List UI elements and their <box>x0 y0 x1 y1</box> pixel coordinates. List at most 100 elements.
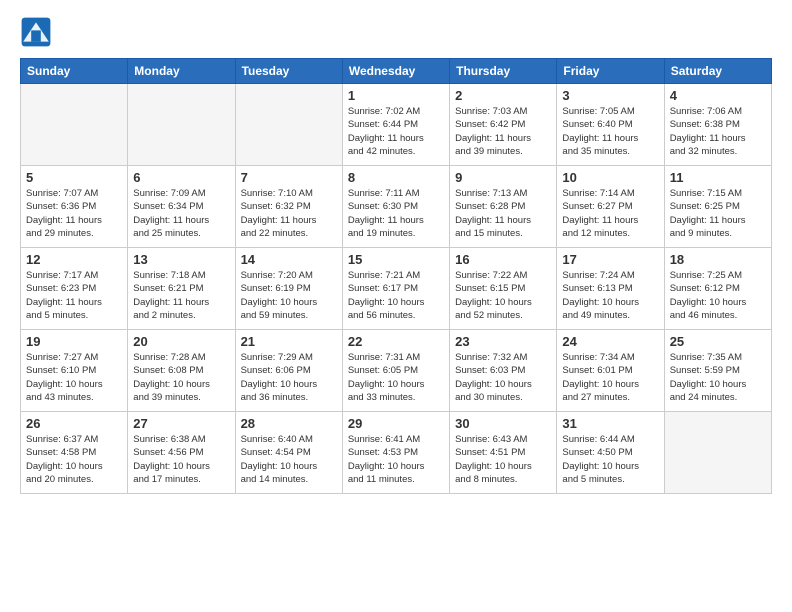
day-number: 3 <box>562 88 658 103</box>
day-info: Sunrise: 7:11 AM Sunset: 6:30 PM Dayligh… <box>348 187 444 240</box>
day-info: Sunrise: 7:35 AM Sunset: 5:59 PM Dayligh… <box>670 351 766 404</box>
day-info: Sunrise: 6:41 AM Sunset: 4:53 PM Dayligh… <box>348 433 444 486</box>
day-number: 27 <box>133 416 229 431</box>
day-info: Sunrise: 7:29 AM Sunset: 6:06 PM Dayligh… <box>241 351 337 404</box>
day-info: Sunrise: 7:05 AM Sunset: 6:40 PM Dayligh… <box>562 105 658 158</box>
day-info: Sunrise: 7:03 AM Sunset: 6:42 PM Dayligh… <box>455 105 551 158</box>
weekday-header-thursday: Thursday <box>450 59 557 84</box>
calendar-cell: 7Sunrise: 7:10 AM Sunset: 6:32 PM Daylig… <box>235 166 342 248</box>
day-info: Sunrise: 7:22 AM Sunset: 6:15 PM Dayligh… <box>455 269 551 322</box>
day-number: 21 <box>241 334 337 349</box>
weekday-header-saturday: Saturday <box>664 59 771 84</box>
calendar-cell: 17 Sunrise: 7:24 AM Sunset: 6:13 PM Dayli… <box>557 248 664 330</box>
calendar-cell <box>664 412 771 494</box>
day-info: Sunrise: 6:44 AM Sunset: 4:50 PM Dayligh… <box>562 433 658 486</box>
logo <box>20 16 56 48</box>
calendar-cell: 5Sunrise: 7:07 AM Sunset: 6:36 PM Daylig… <box>21 166 128 248</box>
day-number: 29 <box>348 416 444 431</box>
calendar-cell: 2 Sunrise: 7:03 AM Sunset: 6:42 PM Daylig… <box>450 84 557 166</box>
calendar-cell: 30 Sunrise: 6:43 AM Sunset: 4:51 PM Dayli… <box>450 412 557 494</box>
calendar-week-row: 1 Sunrise: 7:02 AM Sunset: 6:44 PM Daylig… <box>21 84 772 166</box>
day-number: 11 <box>670 170 766 185</box>
calendar-cell: 20Sunrise: 7:28 AM Sunset: 6:08 PM Dayli… <box>128 330 235 412</box>
calendar-cell: 19Sunrise: 7:27 AM Sunset: 6:10 PM Dayli… <box>21 330 128 412</box>
page-container: SundayMondayTuesdayWednesdayThursdayFrid… <box>0 0 792 612</box>
day-info: Sunrise: 7:06 AM Sunset: 6:38 PM Dayligh… <box>670 105 766 158</box>
calendar-cell: 12 Sunrise: 7:17 AM Sunset: 6:23 PM Dayli… <box>21 248 128 330</box>
day-number: 26 <box>26 416 122 431</box>
calendar-cell <box>235 84 342 166</box>
weekday-header-friday: Friday <box>557 59 664 84</box>
day-info: Sunrise: 7:32 AM Sunset: 6:03 PM Dayligh… <box>455 351 551 404</box>
day-info: Sunrise: 7:34 AM Sunset: 6:01 PM Dayligh… <box>562 351 658 404</box>
calendar-cell: 24 Sunrise: 7:34 AM Sunset: 6:01 PM Dayli… <box>557 330 664 412</box>
day-number: 1 <box>348 88 444 103</box>
calendar-cell: 6Sunrise: 7:09 AM Sunset: 6:34 PM Daylig… <box>128 166 235 248</box>
calendar-cell: 28 Sunrise: 6:40 AM Sunset: 4:54 PM Dayli… <box>235 412 342 494</box>
day-number: 5 <box>26 170 122 185</box>
day-number: 4 <box>670 88 766 103</box>
day-number: 9 <box>455 170 551 185</box>
day-number: 28 <box>241 416 337 431</box>
day-info: Sunrise: 7:13 AM Sunset: 6:28 PM Dayligh… <box>455 187 551 240</box>
calendar-week-row: 12 Sunrise: 7:17 AM Sunset: 6:23 PM Dayli… <box>21 248 772 330</box>
calendar-cell: 15 Sunrise: 7:21 AM Sunset: 6:17 PM Dayli… <box>342 248 449 330</box>
day-number: 18 <box>670 252 766 267</box>
day-info: Sunrise: 6:37 AM Sunset: 4:58 PM Dayligh… <box>26 433 122 486</box>
day-number: 12 <box>26 252 122 267</box>
day-number: 2 <box>455 88 551 103</box>
day-number: 10 <box>562 170 658 185</box>
day-info: Sunrise: 6:40 AM Sunset: 4:54 PM Dayligh… <box>241 433 337 486</box>
calendar-cell: 1 Sunrise: 7:02 AM Sunset: 6:44 PM Daylig… <box>342 84 449 166</box>
calendar-cell: 18 Sunrise: 7:25 AM Sunset: 6:12 PM Dayli… <box>664 248 771 330</box>
weekday-header-monday: Monday <box>128 59 235 84</box>
calendar-cell: 25 Sunrise: 7:35 AM Sunset: 5:59 PM Dayli… <box>664 330 771 412</box>
calendar-cell: 11Sunrise: 7:15 AM Sunset: 6:25 PM Dayli… <box>664 166 771 248</box>
day-info: Sunrise: 7:14 AM Sunset: 6:27 PM Dayligh… <box>562 187 658 240</box>
day-info: Sunrise: 6:38 AM Sunset: 4:56 PM Dayligh… <box>133 433 229 486</box>
calendar-week-row: 19Sunrise: 7:27 AM Sunset: 6:10 PM Dayli… <box>21 330 772 412</box>
day-info: Sunrise: 7:24 AM Sunset: 6:13 PM Dayligh… <box>562 269 658 322</box>
weekday-header-sunday: Sunday <box>21 59 128 84</box>
calendar-cell: 3 Sunrise: 7:05 AM Sunset: 6:40 PM Daylig… <box>557 84 664 166</box>
day-number: 25 <box>670 334 766 349</box>
day-number: 13 <box>133 252 229 267</box>
day-number: 20 <box>133 334 229 349</box>
day-number: 22 <box>348 334 444 349</box>
weekday-header-row: SundayMondayTuesdayWednesdayThursdayFrid… <box>21 59 772 84</box>
calendar-cell: 9 Sunrise: 7:13 AM Sunset: 6:28 PM Daylig… <box>450 166 557 248</box>
day-info: Sunrise: 6:43 AM Sunset: 4:51 PM Dayligh… <box>455 433 551 486</box>
calendar-cell: 4 Sunrise: 7:06 AM Sunset: 6:38 PM Daylig… <box>664 84 771 166</box>
day-info: Sunrise: 7:31 AM Sunset: 6:05 PM Dayligh… <box>348 351 444 404</box>
calendar-cell: 13 Sunrise: 7:18 AM Sunset: 6:21 PM Dayli… <box>128 248 235 330</box>
day-info: Sunrise: 7:21 AM Sunset: 6:17 PM Dayligh… <box>348 269 444 322</box>
day-number: 16 <box>455 252 551 267</box>
calendar-week-row: 26 Sunrise: 6:37 AM Sunset: 4:58 PM Dayli… <box>21 412 772 494</box>
day-number: 15 <box>348 252 444 267</box>
day-number: 8 <box>348 170 444 185</box>
calendar-cell <box>128 84 235 166</box>
day-info: Sunrise: 7:17 AM Sunset: 6:23 PM Dayligh… <box>26 269 122 322</box>
calendar-cell: 8 Sunrise: 7:11 AM Sunset: 6:30 PM Daylig… <box>342 166 449 248</box>
calendar-cell: 23Sunrise: 7:32 AM Sunset: 6:03 PM Dayli… <box>450 330 557 412</box>
day-info: Sunrise: 7:25 AM Sunset: 6:12 PM Dayligh… <box>670 269 766 322</box>
calendar-table: SundayMondayTuesdayWednesdayThursdayFrid… <box>20 58 772 494</box>
calendar-cell: 31 Sunrise: 6:44 AM Sunset: 4:50 PM Dayli… <box>557 412 664 494</box>
calendar-cell: 21 Sunrise: 7:29 AM Sunset: 6:06 PM Dayli… <box>235 330 342 412</box>
day-number: 30 <box>455 416 551 431</box>
calendar-cell: 16 Sunrise: 7:22 AM Sunset: 6:15 PM Dayli… <box>450 248 557 330</box>
weekday-header-tuesday: Tuesday <box>235 59 342 84</box>
calendar-cell: 26 Sunrise: 6:37 AM Sunset: 4:58 PM Dayli… <box>21 412 128 494</box>
day-number: 17 <box>562 252 658 267</box>
day-number: 6 <box>133 170 229 185</box>
day-number: 14 <box>241 252 337 267</box>
day-info: Sunrise: 7:02 AM Sunset: 6:44 PM Dayligh… <box>348 105 444 158</box>
calendar-week-row: 5Sunrise: 7:07 AM Sunset: 6:36 PM Daylig… <box>21 166 772 248</box>
day-number: 24 <box>562 334 658 349</box>
calendar-cell: 29 Sunrise: 6:41 AM Sunset: 4:53 PM Dayli… <box>342 412 449 494</box>
day-info: Sunrise: 7:18 AM Sunset: 6:21 PM Dayligh… <box>133 269 229 322</box>
logo-icon <box>20 16 52 48</box>
day-info: Sunrise: 7:27 AM Sunset: 6:10 PM Dayligh… <box>26 351 122 404</box>
calendar-cell: 27 Sunrise: 6:38 AM Sunset: 4:56 PM Dayli… <box>128 412 235 494</box>
day-number: 31 <box>562 416 658 431</box>
